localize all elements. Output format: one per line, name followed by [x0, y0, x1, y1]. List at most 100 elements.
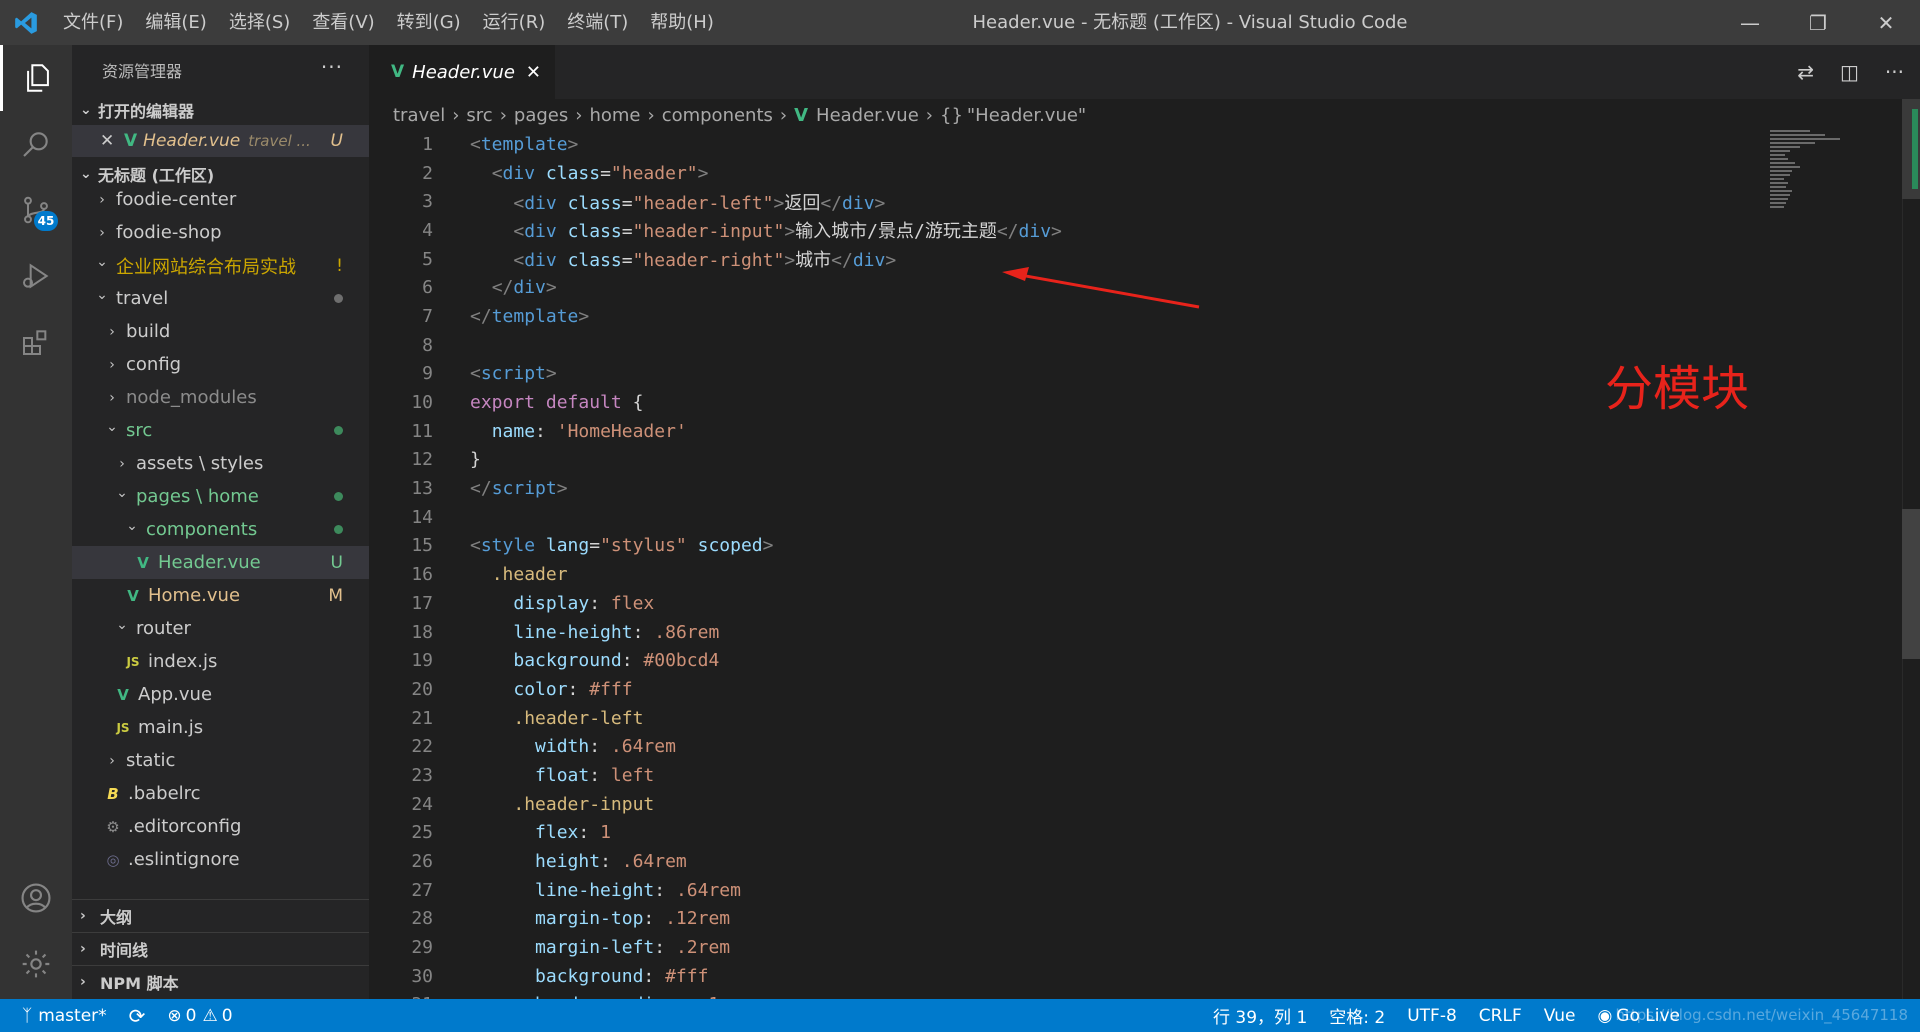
- code-token: </: [470, 478, 492, 500]
- menu-item[interactable]: 终端(T): [556, 0, 639, 45]
- chevron-down-icon: ⌄: [116, 484, 128, 501]
- tree-item[interactable]: B .babelrc: [72, 777, 369, 810]
- editor-area: V Header.vue ✕ ⇄ ◫ ··· travel › src › pages ›…: [369, 45, 1920, 999]
- source-control-icon[interactable]: 45: [0, 177, 72, 243]
- settings-gear-icon[interactable]: [0, 931, 72, 997]
- code-token: :: [643, 965, 666, 987]
- tree-item[interactable]: › foodie-shop: [72, 216, 369, 249]
- code-line: 14: [369, 503, 1789, 532]
- outline-section[interactable]: › 大纲: [72, 899, 369, 932]
- tree-item[interactable]: ⌄ pages \ home: [72, 480, 369, 513]
- code-token: #00bcd4: [643, 650, 720, 672]
- tree-item[interactable]: › build: [72, 315, 369, 348]
- minimize-button[interactable]: —: [1716, 0, 1784, 45]
- menu-item[interactable]: 选择(S): [218, 0, 301, 45]
- code-token: 1: [600, 822, 611, 844]
- tree-item[interactable]: ⌄ src: [72, 414, 369, 447]
- scrollbar-thumb[interactable]: [1902, 509, 1920, 659]
- tree-item[interactable]: V App.vue: [72, 678, 369, 711]
- problems-indicator[interactable]: ⊗ 0 ⚠ 0: [167, 1006, 232, 1026]
- code-text: margin-left: .2rem: [433, 937, 730, 958]
- open-editors-section[interactable]: ⌄ 打开的编辑器: [72, 95, 369, 125]
- code-text: .header: [433, 564, 568, 585]
- sync-button[interactable]: ⟳: [129, 1004, 146, 1028]
- tree-item[interactable]: ⌄ travel: [72, 282, 369, 315]
- restore-button[interactable]: ❐: [1784, 0, 1852, 45]
- branch-indicator[interactable]: ᛉ master*: [22, 1006, 107, 1026]
- explorer-icon[interactable]: [0, 45, 72, 111]
- language-mode[interactable]: Vue: [1544, 1006, 1576, 1026]
- code-token: scoped: [697, 535, 763, 557]
- code-token: style: [480, 535, 536, 557]
- modified-dot-icon: [334, 294, 343, 303]
- tree-item[interactable]: ⌄ components: [72, 513, 369, 546]
- code-text: }: [433, 449, 481, 470]
- tree-item[interactable]: ◎ .eslintignore: [72, 843, 369, 876]
- indentation[interactable]: 空格: 2: [1329, 1003, 1385, 1028]
- tree-item-label: build: [126, 321, 171, 342]
- modified-dot-icon: [334, 525, 343, 534]
- code-line: 25 flex: 1: [369, 819, 1789, 848]
- code-line: 23 float: left: [369, 761, 1789, 790]
- tree-item[interactable]: V Home.vue M: [72, 579, 369, 612]
- code-text: float: left: [433, 765, 654, 786]
- npm-scripts-section[interactable]: › NPM 脚本: [72, 965, 369, 998]
- extensions-icon[interactable]: [0, 309, 72, 375]
- branch-name: master*: [38, 1005, 107, 1026]
- tree-item[interactable]: ⌄ router: [72, 612, 369, 645]
- chevron-down-icon: ⌄: [80, 166, 92, 182]
- tree-item-label: src: [126, 420, 153, 441]
- line-number: 30: [411, 965, 433, 987]
- tree-item[interactable]: ⚙ .editorconfig: [72, 810, 369, 843]
- close-icon[interactable]: ✕: [100, 131, 124, 151]
- warning-icon: ⚠: [202, 1005, 218, 1026]
- tree-item[interactable]: › foodie-center: [72, 183, 369, 216]
- tree-item[interactable]: ⌄ 企业网站综合布局实战!: [72, 249, 369, 282]
- menu-item[interactable]: 帮助(H): [639, 0, 725, 45]
- broadcast-icon: ◉: [1597, 1005, 1613, 1026]
- code-token: >: [762, 535, 774, 557]
- tree-item[interactable]: › assets \ styles: [72, 447, 369, 480]
- cursor-position[interactable]: 行 39，列 1: [1213, 1003, 1307, 1028]
- tree-item-label: pages \ home: [136, 486, 259, 507]
- run-debug-icon[interactable]: [0, 243, 72, 309]
- search-icon[interactable]: [0, 111, 72, 177]
- code-text: .header-left: [433, 708, 643, 729]
- tree-item-label: Header.vue: [158, 552, 261, 573]
- line-number: 23: [411, 764, 433, 786]
- menu-item[interactable]: 编辑(E): [134, 0, 217, 45]
- code-token: #fff: [665, 965, 709, 987]
- end-of-line[interactable]: CRLF: [1479, 1006, 1522, 1026]
- tree-item[interactable]: › config: [72, 348, 369, 381]
- timeline-section[interactable]: › 时间线: [72, 932, 369, 965]
- open-editor-item[interactable]: ✕ V Header.vue travel ... U: [72, 125, 369, 157]
- code-token: color: [513, 678, 568, 700]
- code-text: display: flex: [433, 593, 654, 614]
- encoding[interactable]: UTF-8: [1407, 1006, 1457, 1026]
- tree-item[interactable]: JS main.js: [72, 711, 369, 744]
- open-editor-desc: travel ...: [248, 132, 311, 150]
- chevron-right-icon: ›: [80, 908, 86, 924]
- menu-item[interactable]: 运行(R): [472, 0, 557, 45]
- code-token: .2rem: [675, 937, 731, 959]
- tree-item-label: node_modules: [126, 387, 257, 408]
- tree-item[interactable]: ◉.eslintrc.js: [72, 876, 369, 883]
- menu-item[interactable]: 查看(V): [301, 0, 385, 45]
- vscode-logo-icon: [0, 0, 52, 45]
- menu-item[interactable]: 文件(F): [52, 0, 134, 45]
- explorer-header: 资源管理器 ···: [72, 45, 369, 95]
- tree-item[interactable]: JS index.js: [72, 645, 369, 678]
- account-icon[interactable]: [0, 865, 72, 931]
- menu-item[interactable]: 转到(G): [386, 0, 472, 45]
- config-file-icon: ⚙: [106, 817, 120, 836]
- tree-item[interactable]: V Header.vue U: [72, 546, 369, 579]
- more-actions-icon[interactable]: ···: [321, 55, 343, 79]
- close-window-button[interactable]: ✕: [1852, 0, 1920, 45]
- tree-item[interactable]: › node_modules: [72, 381, 369, 414]
- code-text: height: .64rem: [433, 851, 687, 872]
- error-count: 0: [185, 1005, 197, 1026]
- tree-item[interactable]: › static: [72, 744, 369, 777]
